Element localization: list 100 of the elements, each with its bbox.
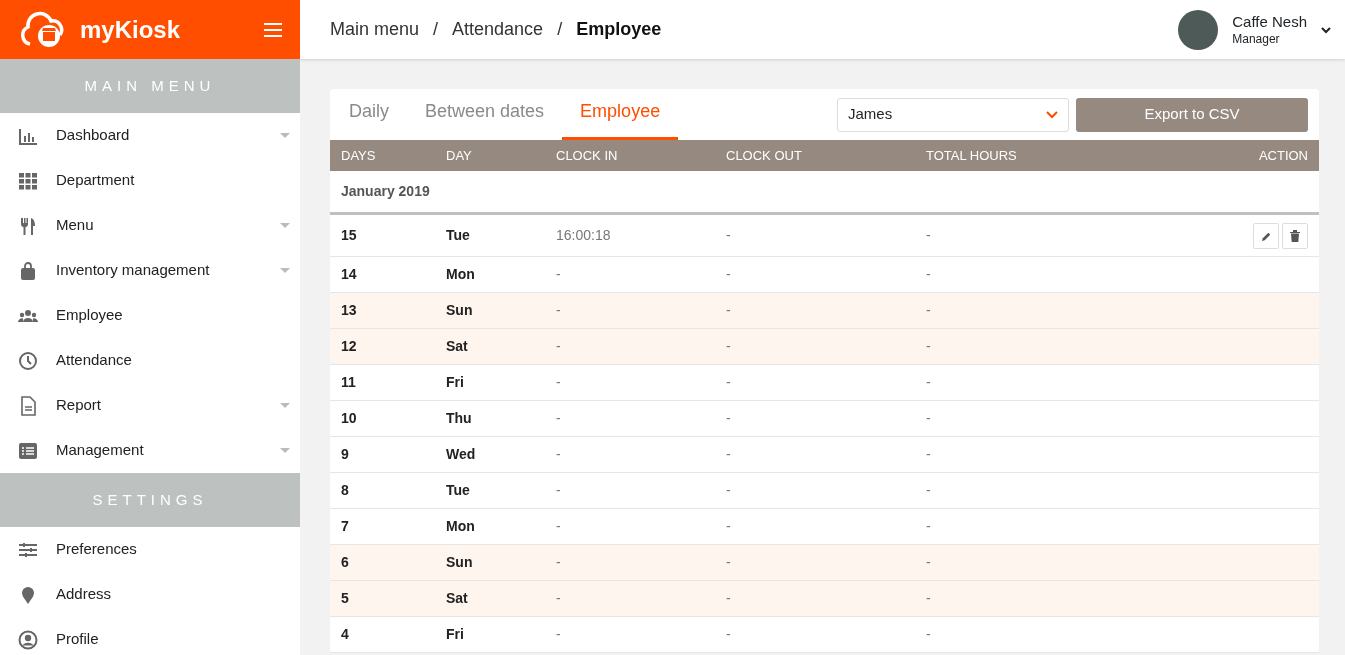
breadcrumb-separator: /: [433, 18, 439, 41]
sidebar-item[interactable]: Employee: [0, 293, 300, 338]
table-cell: -: [926, 590, 931, 606]
table-cell: -: [556, 410, 561, 426]
sidebar-item[interactable]: Inventory management: [0, 248, 300, 293]
table-cell: Fri: [446, 374, 464, 390]
column-header: CLOCK OUT: [726, 146, 803, 165]
table-cell: -: [556, 338, 561, 354]
edit-button[interactable]: [1253, 222, 1279, 249]
table-cell: Sun: [446, 302, 473, 318]
section-heading: SETTINGS: [0, 473, 300, 527]
column-header: DAY: [446, 146, 473, 165]
sidebar-item[interactable]: Management: [0, 428, 300, 473]
table-cell: Sun: [446, 554, 473, 570]
employee-select[interactable]: James: [837, 97, 1069, 132]
table-cell: 5: [341, 590, 349, 606]
table-cell: 11: [341, 374, 356, 390]
sidebar-item[interactable]: Menu: [0, 203, 300, 248]
table-cell: 12: [341, 338, 357, 354]
sidebar-item[interactable]: Attendance: [0, 338, 300, 383]
user-role: Manager: [1232, 32, 1281, 45]
document-icon: [18, 395, 38, 416]
clock-icon: [18, 350, 38, 371]
chevron-down-icon: [1046, 110, 1058, 119]
table-cell: -: [556, 482, 561, 498]
table-cell: -: [926, 410, 931, 426]
table-cell: 15: [341, 227, 357, 243]
table-cell: -: [926, 518, 931, 534]
table-cell: -: [556, 302, 561, 318]
table-cell: -: [726, 446, 731, 462]
month-group-heading: January 2019: [330, 171, 1319, 215]
table-cell: 10: [341, 410, 357, 426]
sidebar-item[interactable]: Preferences: [0, 527, 300, 572]
table-cell: Fri: [446, 626, 464, 642]
table-cell: -: [556, 374, 561, 390]
table-cell: 6: [341, 554, 349, 570]
list-icon: [18, 440, 38, 461]
delete-button[interactable]: [1282, 222, 1308, 249]
sidebar-item[interactable]: Profile: [0, 617, 300, 655]
sidebar-item[interactable]: Department: [0, 158, 300, 203]
shopping-bag-icon: [18, 260, 38, 281]
table-cell: -: [926, 338, 931, 354]
sidebar-item[interactable]: Dashboard: [0, 113, 300, 158]
table-cell: -: [726, 266, 731, 282]
user-icon: [18, 629, 38, 650]
column-header: DAYS: [340, 146, 377, 165]
table-cell: -: [556, 626, 561, 642]
breadcrumb-link[interactable]: Main menu: [330, 16, 420, 43]
table-cell: -: [556, 590, 561, 606]
caret-icon: [280, 223, 290, 228]
table-cell: -: [926, 302, 931, 318]
table-cell: -: [556, 554, 561, 570]
breadcrumb-link[interactable]: Attendance: [452, 16, 544, 43]
caret-icon: [280, 448, 290, 453]
column-header: TOTAL HOURS: [926, 146, 1018, 165]
tab[interactable]: Between dates: [407, 88, 563, 140]
breadcrumb-current: Employee: [576, 18, 662, 41]
table-cell: -: [726, 410, 731, 426]
sidebar-item[interactable]: Report: [0, 383, 300, 428]
table-cell: -: [926, 626, 931, 642]
table-cell: -: [926, 554, 931, 570]
table-cell: -: [556, 446, 561, 462]
table-cell: Sat: [446, 338, 468, 354]
caret-icon: [280, 133, 290, 138]
table-cell: Tue: [446, 482, 470, 498]
user-name: Caffe Nesh: [1232, 14, 1307, 30]
cloud-logo-icon: [18, 9, 66, 50]
table-cell: -: [926, 227, 931, 243]
column-header: ACTION: [1257, 146, 1309, 165]
table-cell: 8: [341, 482, 349, 498]
section-heading: MAIN MENU: [0, 59, 300, 113]
table-cell: 4: [341, 626, 349, 642]
table-cell: -: [926, 374, 931, 390]
grid-icon: [18, 170, 38, 191]
table-cell: -: [726, 482, 731, 498]
table-cell: Tue: [446, 227, 470, 243]
table-cell: 7: [341, 518, 349, 534]
table-cell: 9: [341, 446, 349, 462]
caret-icon: [280, 403, 290, 408]
caret-icon: [280, 268, 290, 273]
chevron-down-icon: [1321, 26, 1331, 34]
table-cell: Thu: [446, 410, 472, 426]
table-cell: 16:00:18: [556, 227, 611, 243]
menu-icon: [264, 23, 282, 38]
table-cell: -: [926, 266, 931, 282]
avatar-photo-placeholder: [1178, 9, 1219, 50]
table-cell: -: [726, 554, 731, 570]
table-cell: -: [726, 374, 731, 390]
table-cell: -: [926, 446, 931, 462]
pencil-icon: [1260, 230, 1272, 242]
table-cell: -: [726, 590, 731, 606]
table-cell: -: [926, 482, 931, 498]
column-header: CLOCK IN: [556, 146, 619, 165]
brand-name: myKiosk: [80, 14, 181, 45]
table-cell: Mon: [446, 518, 475, 534]
table-cell: Sat: [446, 590, 468, 606]
table-cell: -: [726, 518, 731, 534]
sidebar-item[interactable]: Address: [0, 572, 300, 617]
breadcrumb-separator: /: [557, 18, 563, 41]
table-cell: Mon: [446, 266, 475, 282]
